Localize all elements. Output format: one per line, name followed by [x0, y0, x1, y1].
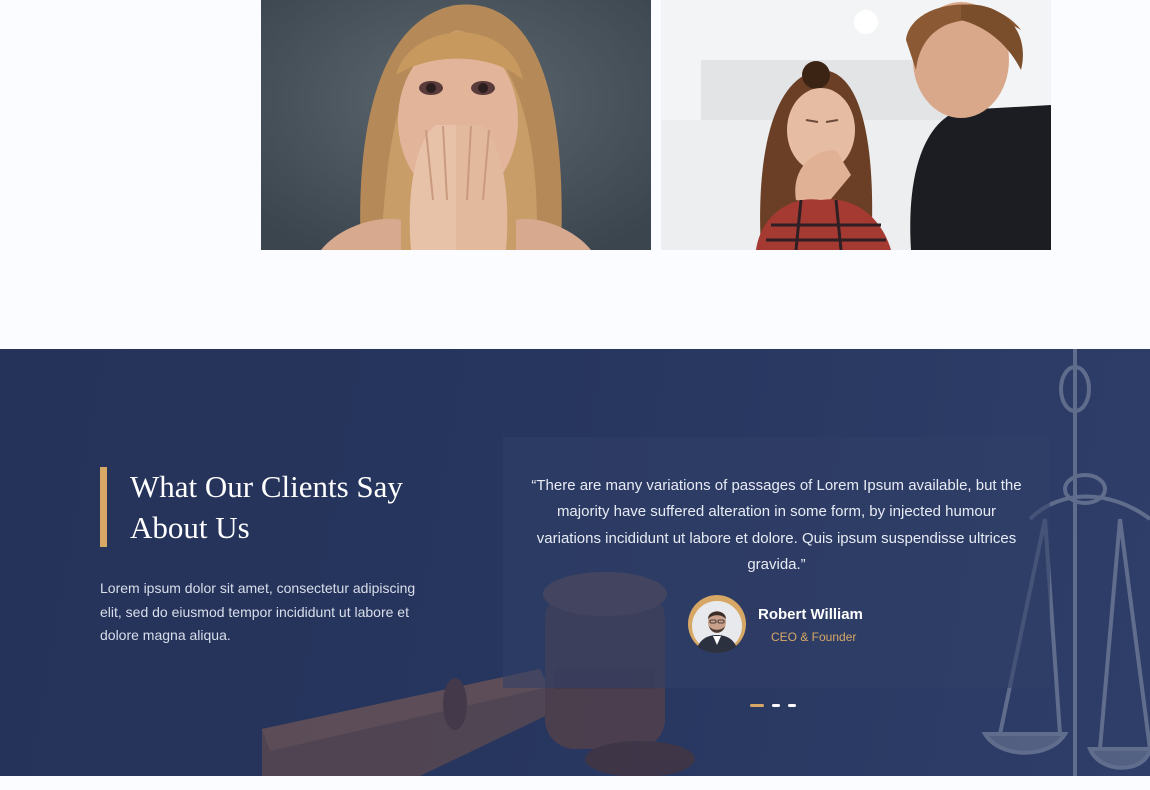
author-name: Robert William — [758, 606, 863, 623]
author-role: CEO & Founder — [771, 630, 857, 644]
gallery-image-2 — [661, 0, 1051, 250]
avatar — [686, 595, 748, 653]
testimonial-card: “There are many variations of passages o… — [503, 437, 1050, 688]
section-title: What Our Clients Say About Us — [130, 469, 403, 545]
slider-dot-2[interactable] — [772, 703, 780, 707]
slider-pagination — [750, 703, 796, 707]
gallery-image-1 — [261, 0, 651, 250]
slider-dot-3[interactable] — [788, 703, 796, 707]
page: What Our Clients Say About Us Lorem ipsu… — [0, 0, 1150, 790]
heading-accent-bar — [100, 467, 107, 547]
testimonial-quote: “There are many variations of passages o… — [531, 477, 1022, 573]
testimonials-section: What Our Clients Say About Us Lorem ipsu… — [0, 349, 1150, 776]
section-description: Lorem ipsum dolor sit amet, consectetur … — [100, 580, 416, 643]
slider-dot-1[interactable] — [750, 703, 764, 707]
